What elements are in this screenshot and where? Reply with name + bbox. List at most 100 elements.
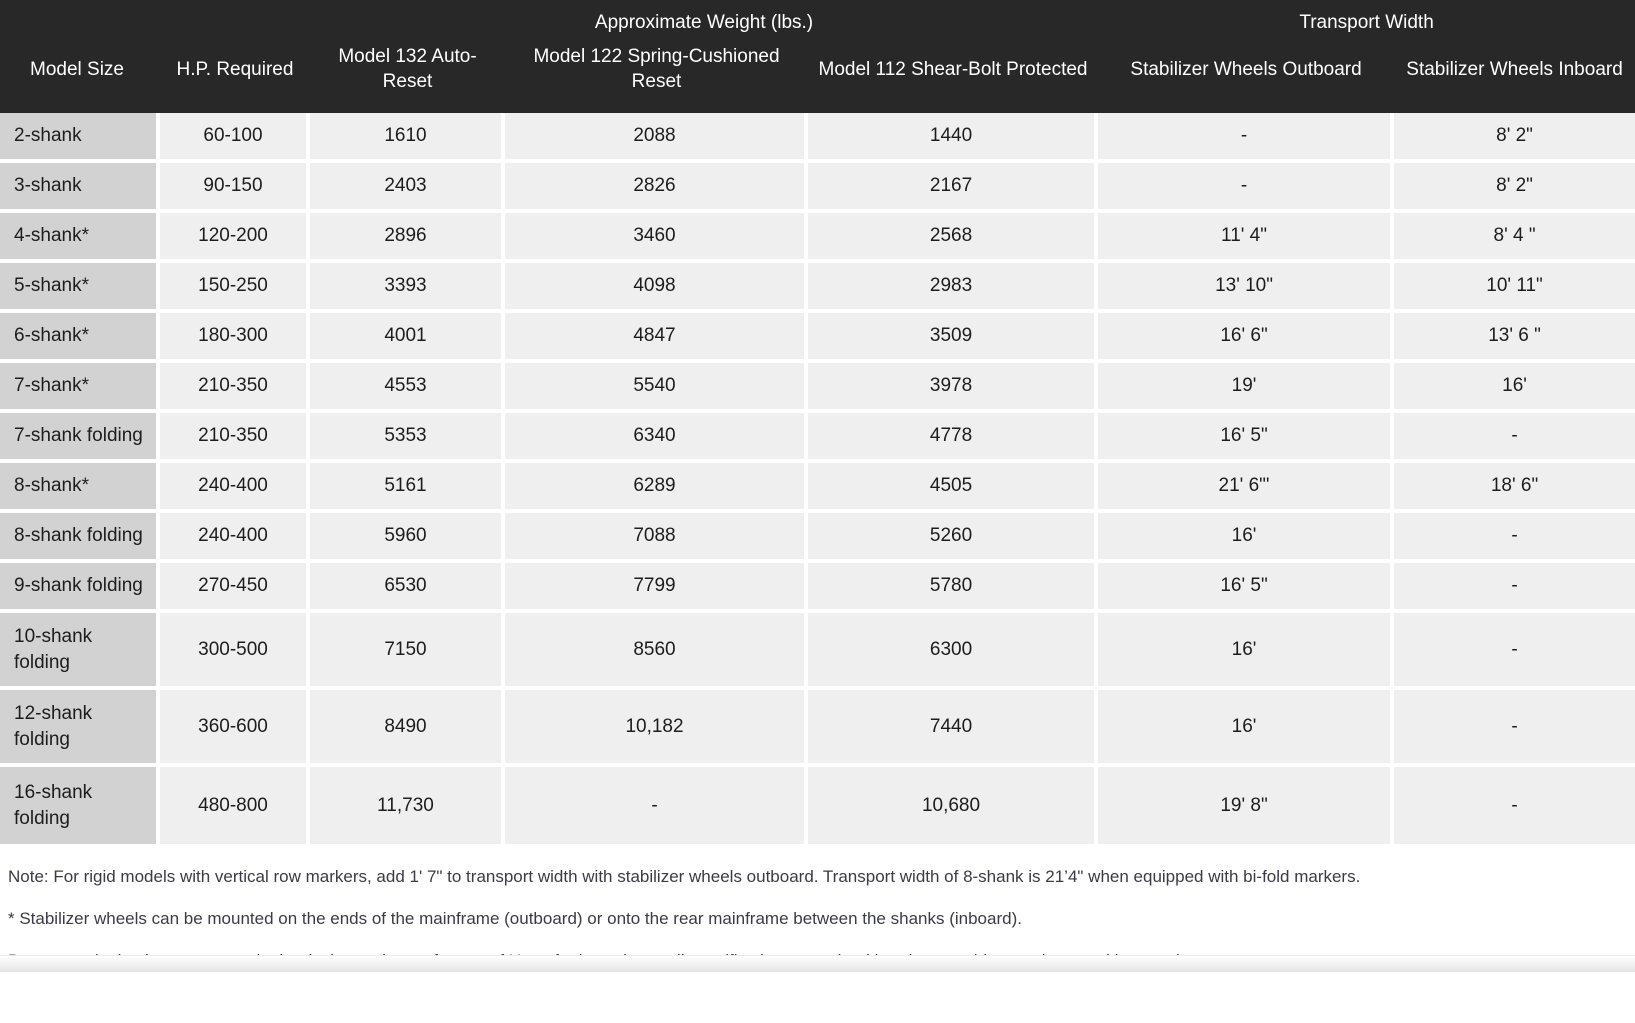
cell-hp-required: 240-400: [160, 513, 310, 563]
cell-hp-required: 180-300: [160, 313, 310, 363]
cell-model-size: 12-shank folding: [0, 690, 160, 767]
table-row: 9-shank folding 270-450 6530 7799 5780 16' 5"…: [0, 563, 1635, 613]
table-column-header-row: Model Size H.P. Required Model 132 Auto-…: [0, 35, 1635, 113]
cell-model-112-weight: 6300: [808, 613, 1099, 690]
cell-model-size: 7-shank folding: [0, 413, 160, 463]
cell-model-122-weight: 3460: [505, 213, 808, 263]
cell-model-112-weight: 5260: [808, 513, 1099, 563]
table-header: Approximate Weight (lbs.) Transport Widt…: [0, 0, 1635, 113]
cell-stabilizer-inboard: -: [1394, 767, 1635, 844]
note-stabilizer-wheels: * Stabilizer wheels can be mounted on th…: [8, 909, 1022, 928]
cell-hp-required: 60-100: [160, 113, 310, 163]
column-header-model-122: Model 122 Spring-Cushioned Reset: [505, 35, 808, 113]
cell-stabilizer-inboard: 10' 11": [1394, 263, 1635, 313]
cell-hp-required: 360-600: [160, 690, 310, 767]
specification-table-panel: Approximate Weight (lbs.) Transport Widt…: [0, 0, 1635, 972]
cell-model-size: 16-shank folding: [0, 767, 160, 844]
cell-model-132-weight: 5161: [310, 463, 505, 513]
cell-model-122-weight: 6340: [505, 413, 808, 463]
cell-model-size: 10-shank folding: [0, 613, 160, 690]
specifications-table: Approximate Weight (lbs.) Transport Widt…: [0, 0, 1635, 844]
cell-stabilizer-outboard: 16' 6": [1098, 313, 1395, 363]
table-row: 8-shank folding 240-400 5960 7088 5260 16' -: [0, 513, 1635, 563]
table-row: 2-shank 60-100 1610 2088 1440-8' 2": [0, 113, 1635, 163]
cell-hp-required: 90-150: [160, 163, 310, 213]
cell-model-122-weight: 8560: [505, 613, 808, 690]
table-row: 16-shank folding 480-800 11,730-10,680 19' …: [0, 767, 1635, 844]
cell-stabilizer-outboard: 19': [1098, 363, 1395, 413]
cell-stabilizer-inboard: 8' 4 ": [1394, 213, 1635, 263]
table-body: 2-shank 60-100 1610 2088 1440-8' 2" 3-shank 90…: [0, 113, 1635, 844]
cell-stabilizer-outboard: 16': [1098, 613, 1395, 690]
cell-hp-required: 480-800: [160, 767, 310, 844]
table-row: 6-shank* 180-300 4001 4847 3509 16' 6" 13' 6 ": [0, 313, 1635, 363]
cell-stabilizer-inboard: -: [1394, 513, 1635, 563]
cell-model-112-weight: 7440: [808, 690, 1099, 767]
cell-model-112-weight: 4778: [808, 413, 1099, 463]
cell-model-122-weight: 7088: [505, 513, 808, 563]
cell-model-size: 4-shank*: [0, 213, 160, 263]
table-row: 5-shank* 150-250 3393 4098 2983 13' 10" 10' 11…: [0, 263, 1635, 313]
horizontal-scrollbar[interactable]: [0, 955, 1635, 972]
cell-stabilizer-inboard: 13' 6 ": [1394, 313, 1635, 363]
cell-stabilizer-outboard: 16' 5": [1098, 563, 1395, 613]
cell-model-112-weight: 3509: [808, 313, 1099, 363]
cell-model-132-weight: 1610: [310, 113, 505, 163]
cell-model-112-weight: 3978: [808, 363, 1099, 413]
cell-hp-required: 150-250: [160, 263, 310, 313]
cell-model-112-weight: 4505: [808, 463, 1099, 513]
cell-model-size: 3-shank: [0, 163, 160, 213]
table-row: 3-shank 90-150 2403 2826 2167-8' 2": [0, 163, 1635, 213]
cell-model-132-weight: 6530: [310, 563, 505, 613]
column-header-hp-required: H.P. Required: [160, 35, 310, 113]
cell-hp-required: 240-400: [160, 463, 310, 513]
group-header-transport-width: Transport Width: [1098, 0, 1635, 35]
group-header-approximate-weight: Approximate Weight (lbs.): [310, 0, 1099, 35]
cell-model-132-weight: 8490: [310, 690, 505, 767]
cell-model-size: 6-shank*: [0, 313, 160, 363]
table-row: 12-shank folding 360-600 8490 10,182 7440 16'…: [0, 690, 1635, 767]
column-header-stabilizer-outboard: Stabilizer Wheels Outboard: [1098, 35, 1395, 113]
cell-model-112-weight: 2167: [808, 163, 1099, 213]
cell-hp-required: 120-200: [160, 213, 310, 263]
cell-model-132-weight: 2403: [310, 163, 505, 213]
note-rigid-models: Note: For rigid models with vertical row…: [8, 867, 1361, 886]
cell-model-size: 2-shank: [0, 113, 160, 163]
cell-stabilizer-inboard: 18' 6": [1394, 463, 1635, 513]
cell-model-132-weight: 2896: [310, 213, 505, 263]
cell-model-112-weight: 1440: [808, 113, 1099, 163]
cell-model-size: 7-shank*: [0, 363, 160, 413]
cell-stabilizer-inboard: 16': [1394, 363, 1635, 413]
cell-model-112-weight: 10,680: [808, 767, 1099, 844]
cell-model-122-weight: 10,182: [505, 690, 808, 767]
cell-model-size: 8-shank folding: [0, 513, 160, 563]
cell-stabilizer-outboard: 13' 10": [1098, 263, 1395, 313]
table-row: 4-shank* 120-200 2896 3460 2568 11' 4" 8' 4 ": [0, 213, 1635, 263]
cell-stabilizer-outboard: 11' 4": [1098, 213, 1395, 263]
cell-model-132-weight: 4553: [310, 363, 505, 413]
cell-stabilizer-inboard: 8' 2": [1394, 113, 1635, 163]
cell-stabilizer-inboard: -: [1394, 690, 1635, 767]
cell-stabilizer-outboard: 16': [1098, 690, 1395, 767]
cell-hp-required: 300-500: [160, 613, 310, 690]
column-header-model-132: Model 132 Auto-Reset: [310, 35, 505, 113]
column-header-model-112: Model 112 Shear-Bolt Protected: [808, 35, 1099, 113]
cell-model-122-weight: 2088: [505, 113, 808, 163]
table-row: 7-shank folding 210-350 5353 6340 4778 16' 5"…: [0, 413, 1635, 463]
cell-model-122-weight: 4847: [505, 313, 808, 363]
column-header-stabilizer-inboard: Stabilizer Wheels Inboard: [1394, 35, 1635, 113]
column-header-model-size: Model Size: [0, 35, 160, 113]
cell-hp-required: 210-350: [160, 413, 310, 463]
group-header-blank: [0, 0, 310, 35]
cell-model-122-weight: 2826: [505, 163, 808, 213]
cell-model-size: 9-shank folding: [0, 563, 160, 613]
cell-stabilizer-outboard: -: [1098, 163, 1395, 213]
table-group-header-row: Approximate Weight (lbs.) Transport Widt…: [0, 0, 1635, 35]
cell-model-size: 8-shank*: [0, 463, 160, 513]
cell-stabilizer-outboard: 19' 8": [1098, 767, 1395, 844]
cell-model-112-weight: 2983: [808, 263, 1099, 313]
table-row: 10-shank folding 300-500 7150 8560 6300 16' -: [0, 613, 1635, 690]
cell-model-132-weight: 3393: [310, 263, 505, 313]
cell-model-122-weight: -: [505, 767, 808, 844]
cell-stabilizer-outboard: 16': [1098, 513, 1395, 563]
